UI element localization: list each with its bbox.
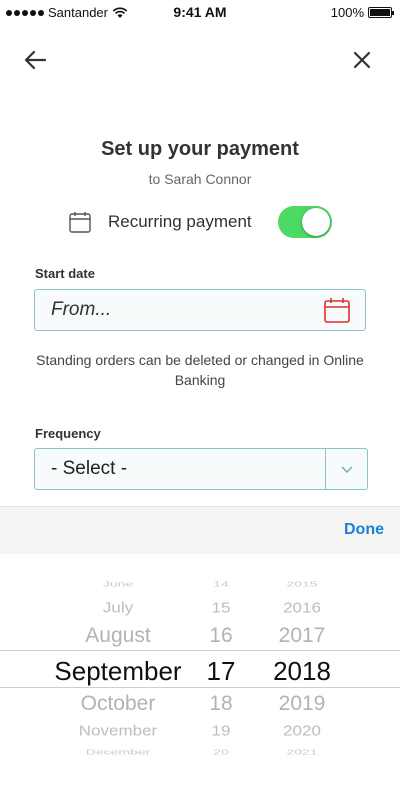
toggle-knob [302, 208, 330, 236]
picker-year-option[interactable]: 2018 [262, 656, 342, 687]
picker-month-option[interactable]: July [36, 600, 200, 617]
close-icon[interactable] [348, 46, 376, 74]
picker-year-option[interactable]: 2016 [262, 600, 342, 617]
picker-day-option[interactable]: 18 [198, 692, 244, 716]
standing-order-note: Standing orders can be deleted or change… [36, 352, 364, 388]
battery-icon [368, 7, 394, 18]
recurring-payment-label: Recurring payment [108, 212, 252, 231]
picker-month-option[interactable]: August [36, 624, 200, 648]
picker-year-option[interactable]: 2017 [262, 624, 342, 648]
battery-percent: 100% [330, 5, 364, 20]
frequency-select[interactable]: - Select - [34, 448, 368, 490]
frequency-value: - Select - [51, 458, 128, 479]
start-date-field[interactable]: From... [34, 289, 366, 331]
picker-year-option[interactable]: 2015 [262, 580, 342, 589]
recurring-payment-toggle[interactable] [278, 206, 332, 238]
picker-day-option[interactable]: 16 [198, 624, 244, 648]
picker-month-option[interactable]: October [36, 692, 200, 716]
battery-indicator: 100% [330, 5, 394, 20]
date-picker[interactable]: June July August September October November De… [0, 554, 400, 785]
start-date-placeholder: From... [51, 299, 112, 320]
picker-month-option[interactable]: June [36, 580, 200, 589]
picker-year-option[interactable]: 2019 [262, 692, 342, 716]
picker-toolbar: Done [0, 506, 400, 554]
frequency-label: Frequency [35, 426, 101, 441]
picker-day-option[interactable]: 14 [198, 580, 244, 589]
picker-month-option[interactable]: September [36, 656, 200, 687]
picker-day-option[interactable]: 17 [198, 656, 244, 687]
picker-fade [0, 755, 400, 785]
recurring-payment-row: Recurring payment [68, 206, 332, 238]
page-title: Set up your payment [101, 138, 299, 160]
status-bar: Santander 9:41 AM 100% [0, 0, 400, 26]
picker-day-option[interactable]: 15 [198, 600, 244, 617]
frequency-dropdown-toggle[interactable] [325, 449, 367, 489]
chevron-down-icon [341, 466, 352, 473]
start-date-label: Start date [35, 266, 95, 281]
calendar-icon [69, 212, 91, 233]
calendar-picker-icon[interactable] [323, 296, 351, 324]
picker-day-option[interactable]: 19 [198, 723, 244, 740]
picker-month-option[interactable]: November [36, 723, 200, 740]
payee-subtitle: to Sarah Connor [148, 171, 252, 187]
done-button[interactable]: Done [344, 521, 384, 539]
back-arrow-icon[interactable] [22, 46, 50, 74]
picker-year-option[interactable]: 2020 [262, 723, 342, 740]
